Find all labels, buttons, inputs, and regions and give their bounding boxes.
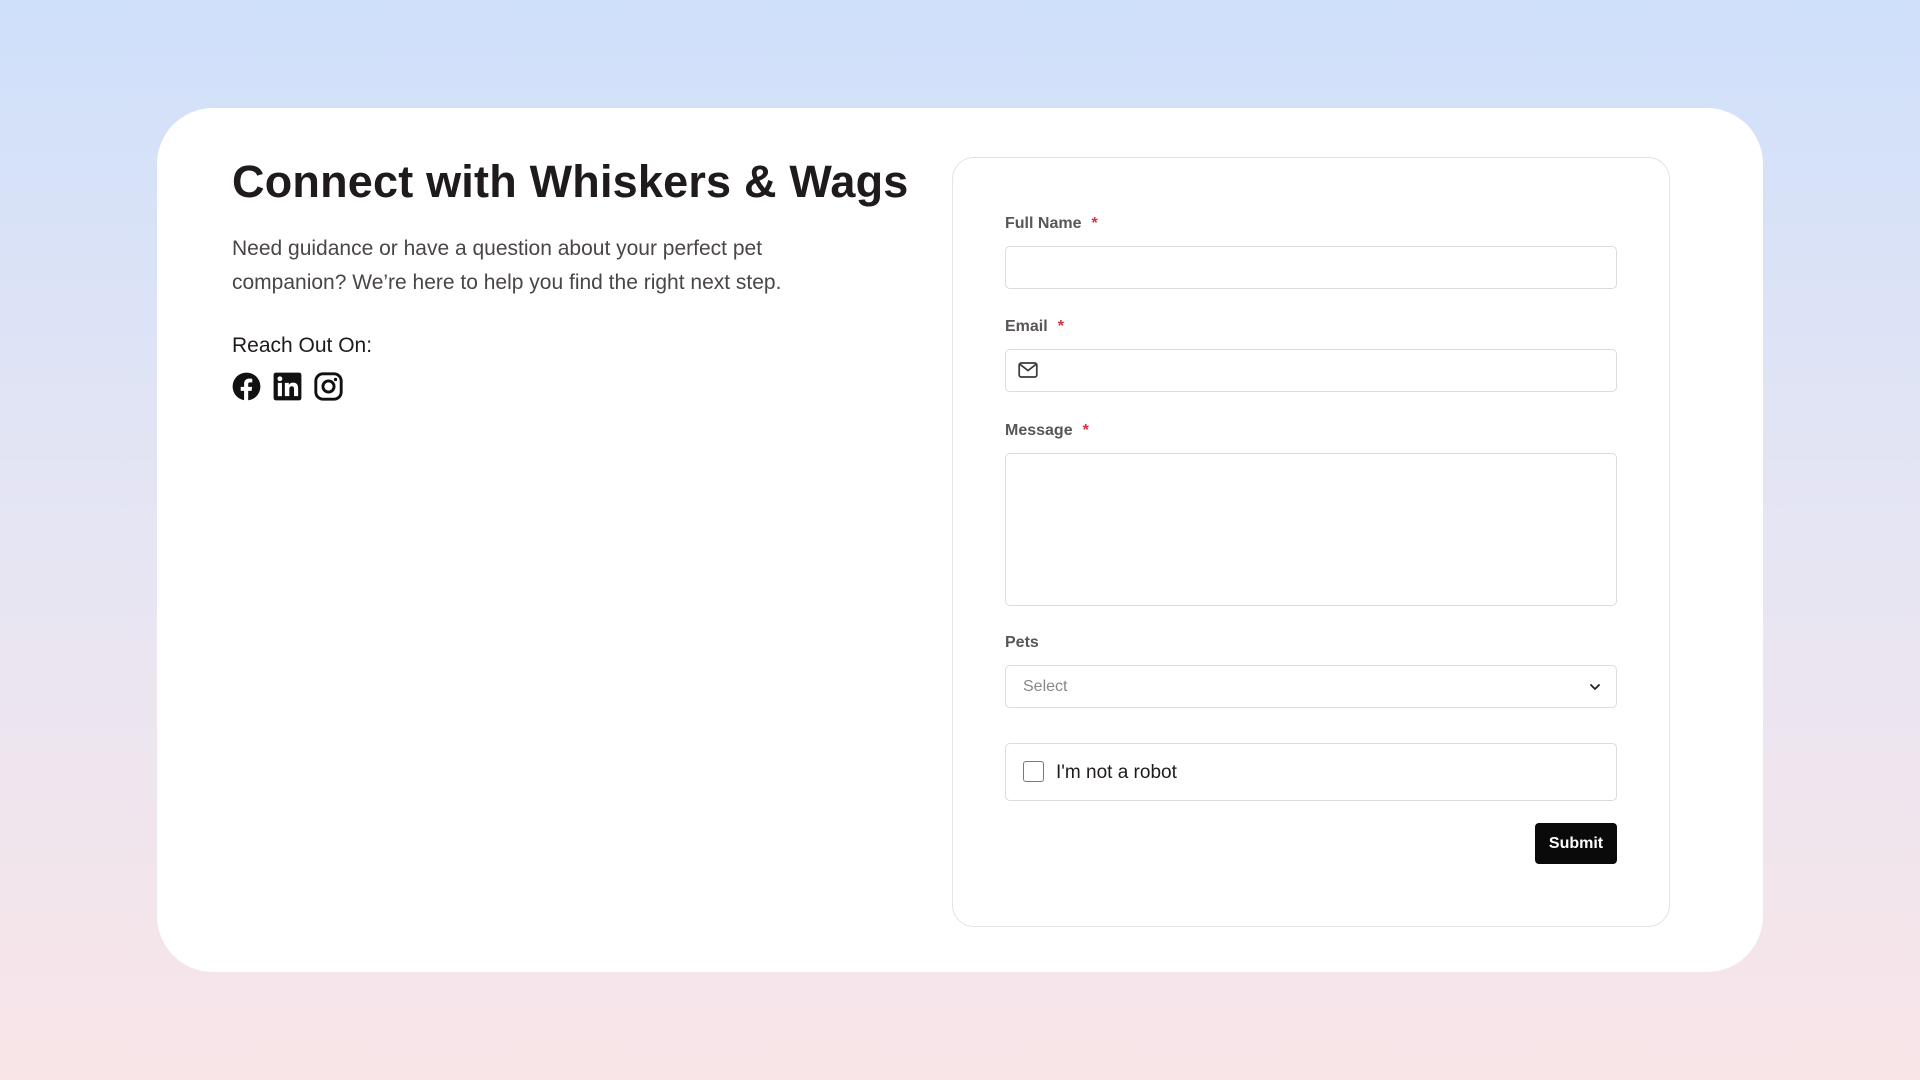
intro-description: Need guidance or have a question about y… (232, 237, 782, 294)
intro-section: Connect with Whiskers & Wags Need guidan… (232, 156, 909, 401)
email-field[interactable] (1005, 349, 1617, 392)
linkedin-icon[interactable] (273, 372, 302, 401)
message-label: Message * (1005, 422, 1089, 440)
page-title: Connect with Whiskers & Wags (232, 156, 909, 207)
social-links (232, 372, 872, 401)
facebook-icon[interactable] (232, 372, 261, 401)
full-name-input[interactable] (1005, 246, 1617, 289)
instagram-icon[interactable] (314, 372, 343, 401)
submit-button[interactable]: Submit (1535, 823, 1617, 864)
full-name-label: Full Name * (1005, 215, 1098, 233)
contact-card: Connect with Whiskers & Wags Need guidan… (157, 108, 1763, 972)
pets-select-value: Select (1023, 678, 1068, 695)
captcha-label: I'm not a robot (1056, 762, 1177, 783)
pets-select[interactable]: Select (1005, 665, 1617, 708)
required-mark: * (1091, 215, 1098, 232)
required-mark: * (1057, 318, 1064, 335)
chevron-down-icon (1590, 684, 1600, 690)
reach-out-label: Reach Out On: (232, 334, 373, 357)
required-mark: * (1082, 422, 1089, 439)
message-textarea[interactable] (1005, 453, 1617, 606)
email-label-text: Email (1005, 318, 1048, 335)
captcha-box: I'm not a robot (1005, 743, 1617, 801)
email-label: Email * (1005, 318, 1064, 336)
message-label-text: Message (1005, 422, 1073, 439)
full-name-label-text: Full Name (1005, 215, 1082, 232)
captcha-checkbox[interactable] (1023, 761, 1044, 782)
mail-icon (1018, 362, 1038, 378)
pets-label: Pets (1005, 634, 1039, 651)
email-input[interactable] (1050, 350, 1614, 392)
contact-form: Full Name * Email * Message * Pets Select (952, 157, 1670, 927)
